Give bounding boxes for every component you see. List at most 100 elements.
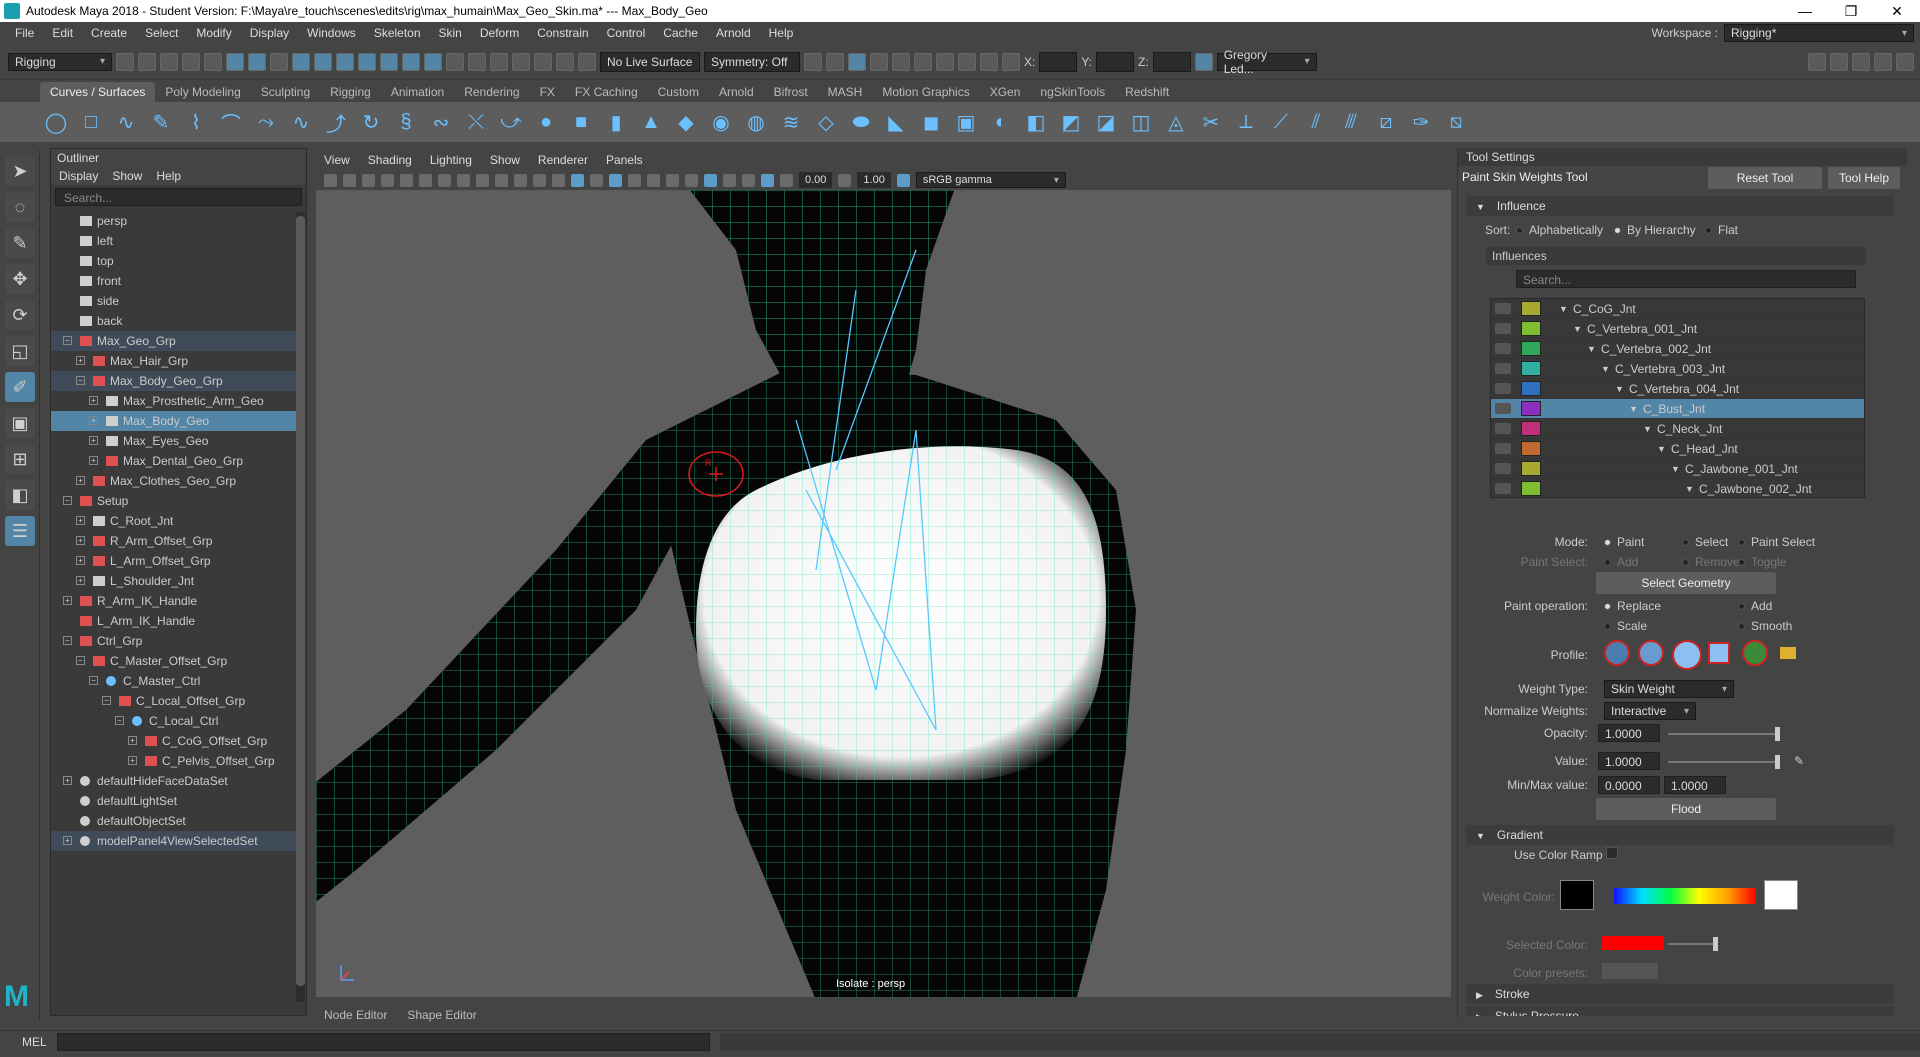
influence-row[interactable]: ▼ C_Vertebra_001_Jnt [1491, 319, 1864, 339]
mode-paint-radio[interactable]: Paint [1604, 535, 1644, 549]
folder-icon[interactable] [1780, 647, 1796, 659]
four-view-layout-icon[interactable]: ⊞ [5, 444, 35, 474]
influence-row[interactable]: ▼ C_CoG_Jnt [1491, 299, 1864, 319]
normalize-weights-dropdown[interactable]: Interactive [1604, 702, 1696, 720]
expand-icon[interactable]: + [76, 476, 85, 485]
extend-surface-icon[interactable]: ⫻ [1339, 110, 1363, 134]
selected-color-slider[interactable] [1668, 937, 1718, 951]
trim-icon[interactable]: ◪ [1094, 110, 1118, 134]
command-input[interactable] [57, 1032, 711, 1051]
camera-icon[interactable] [958, 52, 976, 71]
menu-skin[interactable]: Skin [430, 26, 471, 40]
influence-section-header[interactable]: Influence [1466, 196, 1894, 216]
cv-curve-icon[interactable]: ∿ [114, 110, 138, 134]
chevron-down-icon[interactable]: ▼ [1615, 379, 1624, 399]
chevron-down-icon[interactable]: ▼ [1629, 399, 1638, 419]
workspace-dropdown[interactable]: Rigging* [1724, 24, 1914, 42]
snap-vertex-icon[interactable] [402, 52, 420, 71]
circle-curve-icon[interactable]: ◯ [44, 110, 68, 134]
bevel-icon[interactable]: ◐ [989, 110, 1013, 134]
shelf-tab-mash[interactable]: MASH [818, 82, 873, 102]
value-field[interactable]: 1.0000 [1598, 752, 1660, 770]
bookmark-icon[interactable] [362, 173, 375, 187]
expand-icon[interactable]: + [76, 536, 85, 545]
offset-surface-icon[interactable]: ⧄ [1374, 110, 1398, 134]
menu-cache[interactable]: Cache [654, 26, 707, 40]
stroke-section-header[interactable]: Stroke [1466, 984, 1894, 1004]
snap-view-icon[interactable] [358, 52, 376, 71]
outliner-row[interactable]: − Ctrl_Grp [51, 631, 296, 651]
shelf-tab-xgen[interactable]: XGen [980, 82, 1031, 102]
outliner-row[interactable]: + R_Arm_Offset_Grp [51, 531, 296, 551]
visibility-eye-icon[interactable] [1495, 383, 1511, 394]
outliner-row[interactable]: persp [51, 211, 296, 231]
select-object-icon[interactable] [248, 52, 266, 71]
outliner-row[interactable]: − Max_Body_Geo_Grp [51, 371, 296, 391]
pause-icon[interactable] [980, 52, 998, 71]
outliner-row[interactable]: top [51, 251, 296, 271]
menu-constrain[interactable]: Constrain [528, 26, 597, 40]
mel-label[interactable]: MEL [0, 1035, 57, 1049]
visibility-eye-icon[interactable] [1495, 423, 1511, 434]
select-camera-icon[interactable] [324, 173, 337, 187]
symmetry-field[interactable]: Symmetry: Off [704, 51, 800, 72]
minimize-button[interactable]: — [1782, 3, 1828, 20]
visibility-eye-icon[interactable] [1495, 403, 1511, 414]
resolution-gate-icon[interactable] [476, 173, 489, 187]
isolate-select-icon[interactable] [704, 173, 717, 187]
menu-skeleton[interactable]: Skeleton [365, 26, 430, 40]
expand-icon[interactable]: + [76, 356, 85, 365]
render-icon[interactable] [826, 52, 844, 71]
expand-icon[interactable]: + [89, 416, 98, 425]
snap-surface-icon[interactable] [380, 52, 398, 71]
paint-select-add-radio[interactable]: Add [1604, 555, 1638, 569]
outliner-row[interactable]: + Max_Prosthetic_Arm_Geo [51, 391, 296, 411]
ep-curve-icon[interactable]: ⌇ [184, 110, 208, 134]
grease-pencil-icon[interactable] [419, 173, 432, 187]
min-value-field[interactable]: 0.0000 [1598, 776, 1660, 794]
select-hierarchy-icon[interactable] [226, 52, 244, 71]
boundary-icon[interactable]: ◼ [919, 110, 943, 134]
expand-icon[interactable]: + [128, 736, 137, 745]
attach-curve-icon[interactable]: ⤴ [324, 110, 348, 136]
snap-curve-icon[interactable] [314, 52, 332, 71]
image-plane-icon[interactable] [381, 173, 394, 187]
scale-radio[interactable]: Scale [1604, 619, 1647, 633]
torus-icon[interactable]: ◉ [709, 110, 733, 134]
influence-row[interactable]: ▼ C_Neck_Jnt [1491, 419, 1864, 439]
weight-color-ramp[interactable] [1614, 888, 1756, 904]
wireframe-on-shaded-icon[interactable] [609, 173, 622, 187]
chevron-down-icon[interactable]: ▼ [1685, 479, 1694, 497]
menu-file[interactable]: File [6, 26, 43, 40]
film-gate-icon[interactable] [457, 173, 470, 187]
influence-row[interactable]: ▼ C_Jawbone_001_Jnt [1491, 459, 1864, 479]
chevron-down-icon[interactable]: ▼ [1587, 339, 1596, 359]
collapse-icon[interactable]: − [89, 676, 98, 685]
chevron-down-icon[interactable]: ▼ [1657, 439, 1666, 459]
outliner-layout-icon[interactable]: ☰ [5, 516, 35, 546]
transform-field-icon[interactable] [1002, 52, 1020, 71]
loft-icon[interactable]: ≋ [779, 110, 803, 134]
safe-action-icon[interactable] [533, 173, 546, 187]
viewport-menu-view[interactable]: View [324, 153, 350, 167]
wireframe-icon[interactable] [552, 173, 565, 187]
snap-grid-icon[interactable] [292, 52, 310, 71]
mode-select-radio[interactable]: Select [1682, 535, 1728, 549]
outliner-menu-show[interactable]: Show [112, 169, 142, 183]
gamma-icon[interactable] [838, 173, 852, 187]
camera-attributes-icon[interactable] [343, 173, 356, 187]
viewport-menu-panels[interactable]: Panels [606, 153, 643, 167]
outliner-row[interactable]: L_Arm_IK_Handle [51, 611, 296, 631]
outliner-row[interactable]: + Max_Body_Geo [51, 411, 296, 431]
menu-display[interactable]: Display [241, 26, 298, 40]
outliner-row[interactable]: − C_Local_Ctrl [51, 711, 296, 731]
chevron-down-icon[interactable]: ▼ [1573, 319, 1582, 339]
menuset-dropdown[interactable]: Rigging [8, 52, 112, 71]
rebuild-surface-icon[interactable]: ⧅ [1444, 110, 1468, 134]
image-brush-icon[interactable] [1742, 640, 1768, 666]
influence-color-swatch[interactable] [1521, 401, 1541, 416]
outliner-menu-help[interactable]: Help [156, 169, 181, 183]
save-scene-icon[interactable] [160, 52, 178, 71]
arnold-render-icon[interactable] [936, 52, 954, 71]
insert-isoparm-icon[interactable]: ⫽ [1304, 110, 1328, 134]
